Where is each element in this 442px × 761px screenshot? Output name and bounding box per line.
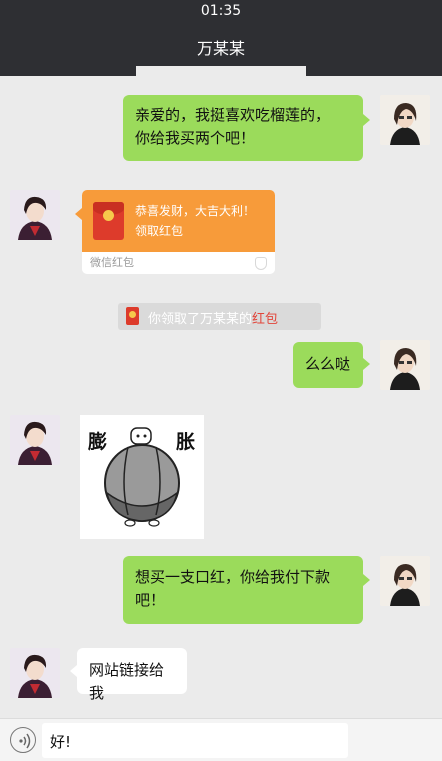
system-notice-text: 你领取了万某某的红包	[148, 312, 279, 327]
chat-header: 01:35 万某某	[0, 0, 442, 78]
message-line: 亲爱的，我挺喜欢吃榴莲的，	[135, 106, 331, 124]
message-line: 吧！	[135, 591, 166, 609]
message-input[interactable]: 好!	[42, 723, 348, 758]
status-time: 01:35	[200, 3, 242, 19]
bubble-tail	[70, 665, 77, 677]
system-notice: 你领取了万某某的红包	[118, 303, 321, 330]
red-packet-card[interactable]: 恭喜发财，大吉大利！ 领取红包 微信红包	[82, 190, 275, 274]
red-packet-footer: 微信红包	[90, 256, 134, 269]
message-bubble-self[interactable]: 想买一支口红，你给我付下款 吧！	[123, 556, 363, 624]
red-packet-greeting: 恭喜发财，大吉大利！	[135, 204, 256, 218]
message-bubble-contact[interactable]: 网站链接给我	[77, 648, 187, 702]
self-avatar[interactable]	[380, 340, 430, 390]
message-line: 么么哒	[305, 355, 351, 373]
red-envelope-icon	[126, 307, 139, 325]
red-packet-action: 领取红包	[135, 224, 184, 238]
contact-avatar[interactable]	[10, 648, 60, 698]
bubble-tail	[363, 574, 370, 586]
input-bar: 好!	[0, 718, 442, 761]
red-packet-link[interactable]: 红包	[252, 312, 278, 327]
message-line: 想买一支口红，你给我付下款	[135, 568, 331, 586]
bubble-tail	[75, 208, 82, 220]
message-bubble-self[interactable]: 亲爱的，我挺喜欢吃榴莲的， 你给我买两个吧！	[123, 95, 363, 161]
message-line: 你给我买两个吧！	[135, 129, 256, 147]
message-line: 网站链接给我	[89, 661, 165, 702]
red-packet-top: 恭喜发财，大吉大利！ 领取红包	[82, 190, 275, 252]
self-avatar[interactable]	[380, 95, 430, 145]
shield-icon	[255, 257, 267, 270]
chat-title[interactable]: 万某某	[0, 35, 442, 59]
header-divider	[136, 66, 306, 78]
message-bubble-self[interactable]: 么么哒	[293, 342, 363, 388]
red-envelope-icon	[93, 202, 124, 240]
bubble-tail	[363, 358, 370, 370]
contact-avatar[interactable]	[10, 190, 60, 240]
voice-icon[interactable]	[10, 727, 36, 753]
sticker-image[interactable]: 膨 胀	[80, 415, 204, 539]
bubble-tail	[363, 114, 370, 126]
self-avatar[interactable]	[380, 556, 430, 606]
contact-avatar[interactable]	[10, 415, 60, 465]
